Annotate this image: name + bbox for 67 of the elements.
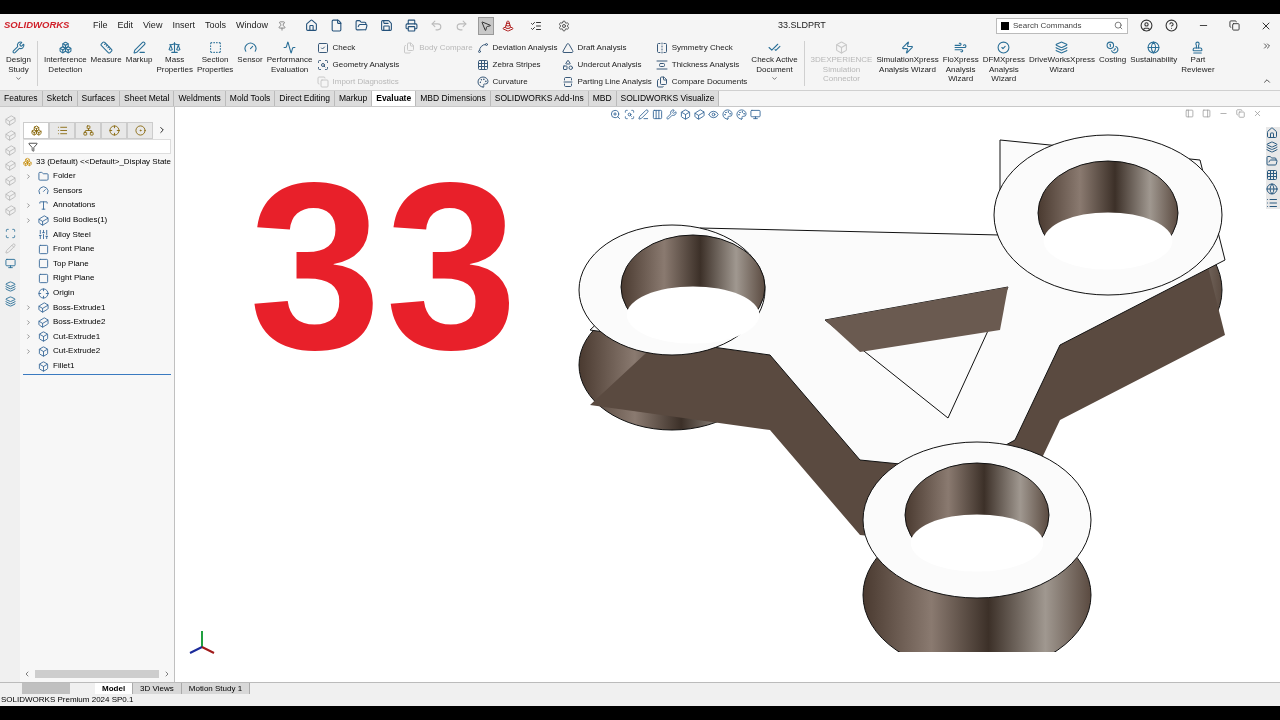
tree-item[interactable]: Annotations (20, 198, 174, 213)
command-tab[interactable]: Mold Tools (225, 91, 276, 106)
ribbon-button[interactable]: Draft Analysis (561, 41, 652, 55)
menu-item[interactable]: View (138, 18, 168, 33)
command-tab[interactable]: Surfaces (77, 91, 121, 106)
tree-item[interactable]: Fillet1 (20, 358, 174, 374)
ribbon-button[interactable]: Geometry Analysis (316, 58, 400, 72)
ribbon-button[interactable]: Sensor (235, 41, 265, 65)
ribbon-button[interactable]: Performance Evaluation (264, 41, 315, 74)
ribbon-button[interactable]: Mass Properties (154, 41, 195, 74)
command-tab[interactable]: Evaluate (372, 91, 417, 106)
ribbon-button[interactable]: DriveWorksXpress Wizard (1026, 41, 1097, 74)
tree-item[interactable]: Boss-Extrude1 (20, 300, 174, 315)
tree-item[interactable]: Origin (20, 285, 174, 301)
search-input[interactable]: Search Commands (1013, 19, 1110, 32)
command-tab[interactable]: MBD (588, 91, 617, 106)
tree-item[interactable]: Boss-Extrude2 (20, 314, 174, 330)
tree-item[interactable]: Right Plane (20, 271, 174, 286)
tree-item[interactable]: Folder (20, 169, 174, 184)
ribbon-button[interactable]: Section Properties (194, 41, 236, 74)
ribbon-button[interactable]: Markup (123, 41, 155, 65)
large-number-label: 33 (249, 147, 522, 385)
menu-item[interactable]: Tools (199, 18, 231, 33)
command-tab[interactable]: Markup (334, 91, 373, 106)
ribbon-button[interactable]: SimulationXpress Analysis Wizard (874, 41, 941, 74)
document-title: 33.SLDPRT (777, 18, 826, 32)
tree-root[interactable]: 33 (Default) <<Default>_Display State (36, 156, 171, 168)
menu-item[interactable]: Insert (167, 18, 200, 33)
ribbon-button[interactable]: Costing (1097, 41, 1129, 65)
ribbon-button[interactable]: DFMXpress Analysis Wizard (980, 41, 1027, 84)
ribbon-button[interactable]: Interference Detection (41, 41, 89, 74)
search-field[interactable]: Search Commands (996, 17, 1128, 34)
menu-item[interactable]: Window (230, 18, 273, 33)
menu-item[interactable]: File (88, 18, 113, 33)
ribbon-button[interactable]: Measure (88, 41, 124, 65)
command-tab[interactable]: Features (0, 91, 43, 106)
ribbon-button[interactable]: Compare Documents (655, 75, 748, 89)
ribbon-button[interactable]: Sustainability (1128, 41, 1180, 65)
status-text: SOLIDWORKS Premium 2024 SP0.1 (1, 694, 134, 706)
ribbon-button[interactable]: Thickness Analysis (655, 58, 748, 72)
ribbon-button[interactable]: FloXpress Analysis Wizard (940, 41, 981, 84)
ribbon-button[interactable]: Undercut Analysis (561, 58, 652, 72)
tree-item[interactable]: Solid Bodies(1) (20, 212, 174, 228)
ribbon-button[interactable]: Curvature (476, 75, 558, 89)
command-tab[interactable]: SOLIDWORKS Visualize (616, 91, 720, 106)
ribbon-button[interactable]: Design Study (4, 41, 33, 82)
tree-item[interactable]: Cut-Extrude2 (20, 344, 174, 359)
tree-item[interactable]: Top Plane (20, 256, 174, 272)
command-tab[interactable]: SOLIDWORKS Add-Ins (490, 91, 589, 106)
ribbon-button[interactable]: Zebra Stripes (476, 58, 558, 72)
command-tab[interactable]: Weldments (174, 91, 226, 106)
tree-item[interactable]: Sensors (20, 183, 174, 199)
tree-item[interactable]: Alloy Steel (20, 227, 174, 242)
ribbon-button[interactable]: Part Reviewer (1179, 41, 1217, 74)
ribbon-button[interactable]: Parting Line Analysis (561, 75, 652, 89)
command-tab[interactable]: Sketch (42, 91, 78, 106)
ribbon-button[interactable]: Deviation Analysis (476, 41, 558, 55)
ribbon-button[interactable]: Check Active Document (749, 41, 800, 82)
command-tab[interactable]: Sheet Metal (120, 91, 175, 106)
tree-item[interactable]: Front Plane (20, 241, 174, 257)
command-tab[interactable]: Direct Editing (275, 91, 335, 106)
menu-item[interactable]: Edit (112, 18, 139, 33)
ribbon-button[interactable]: Check (316, 41, 400, 55)
tree-item[interactable]: Cut-Extrude1 (20, 329, 174, 345)
ribbon-button[interactable]: Symmetry Check (655, 41, 748, 55)
command-tab[interactable]: MBD Dimensions (416, 91, 491, 106)
app-logo: SOLIDWORKS (3, 18, 71, 33)
